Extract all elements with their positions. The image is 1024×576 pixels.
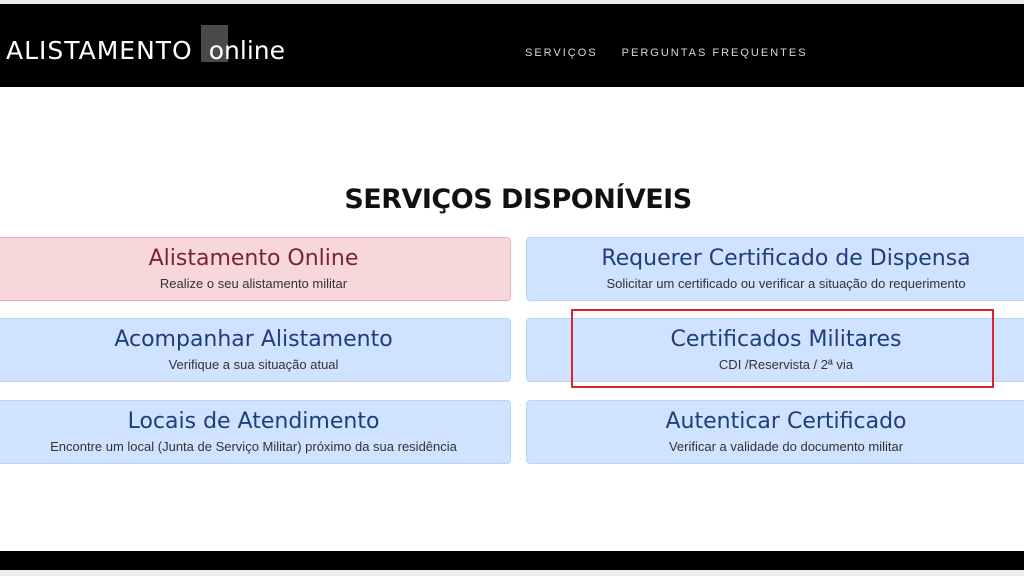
browser-viewport: ALISTAMENTO online SERVIÇOS PERGUNTAS FRE… [0, 4, 1024, 570]
site-logo[interactable]: ALISTAMENTO online [6, 36, 285, 66]
card-subtitle: Solicitar um certificado ou verificar a … [606, 276, 966, 291]
card-title: Requerer Certificado de Dispensa [601, 246, 971, 271]
card-subtitle: Encontre um local (Junta de Serviço Mili… [50, 439, 457, 454]
card-acompanhar-alistamento[interactable]: Acompanhar Alistamento Verifique a sua s… [0, 318, 511, 382]
card-title: Locais de Atendimento [127, 409, 380, 434]
card-locais-de-atendimento[interactable]: Locais de Atendimento Encontre um local … [0, 400, 511, 464]
card-title: Autenticar Certificado [665, 409, 907, 434]
card-subtitle: Verifique a sua situação atual [168, 357, 339, 372]
card-title: Alistamento Online [148, 246, 359, 271]
card-subtitle: CDI /Reservista / 2ª via [718, 357, 854, 372]
footer-bar [0, 551, 1024, 570]
card-autenticar-certificado[interactable]: Autenticar Certificado Verificar a valid… [526, 400, 1024, 464]
top-navbar: ALISTAMENTO online SERVIÇOS PERGUNTAS FRE… [0, 4, 1024, 87]
nav-menu: SERVIÇOS PERGUNTAS FREQUENTES [525, 47, 808, 59]
nav-link-perguntas-frequentes[interactable]: PERGUNTAS FREQUENTES [622, 47, 808, 59]
card-title: Certificados Militares [670, 327, 902, 352]
card-title: Acompanhar Alistamento [114, 327, 393, 352]
brand-online-text: online [208, 36, 285, 65]
card-certificados-militares[interactable]: Certificados Militares CDI /Reservista /… [526, 318, 1024, 382]
card-subtitle: Verificar a validade do documento milita… [668, 439, 904, 454]
card-alistamento-online[interactable]: Alistamento Online Realize o seu alistam… [0, 237, 511, 301]
page-title: SERVIÇOS DISPONÍVEIS [344, 184, 692, 215]
nav-link-servicos[interactable]: SERVIÇOS [525, 47, 598, 59]
card-subtitle: Realize o seu alistamento militar [159, 276, 348, 291]
brand-main-text: ALISTAMENTO [6, 36, 193, 65]
card-requerer-certificado-dispensa[interactable]: Requerer Certificado de Dispensa Solicit… [526, 237, 1024, 301]
